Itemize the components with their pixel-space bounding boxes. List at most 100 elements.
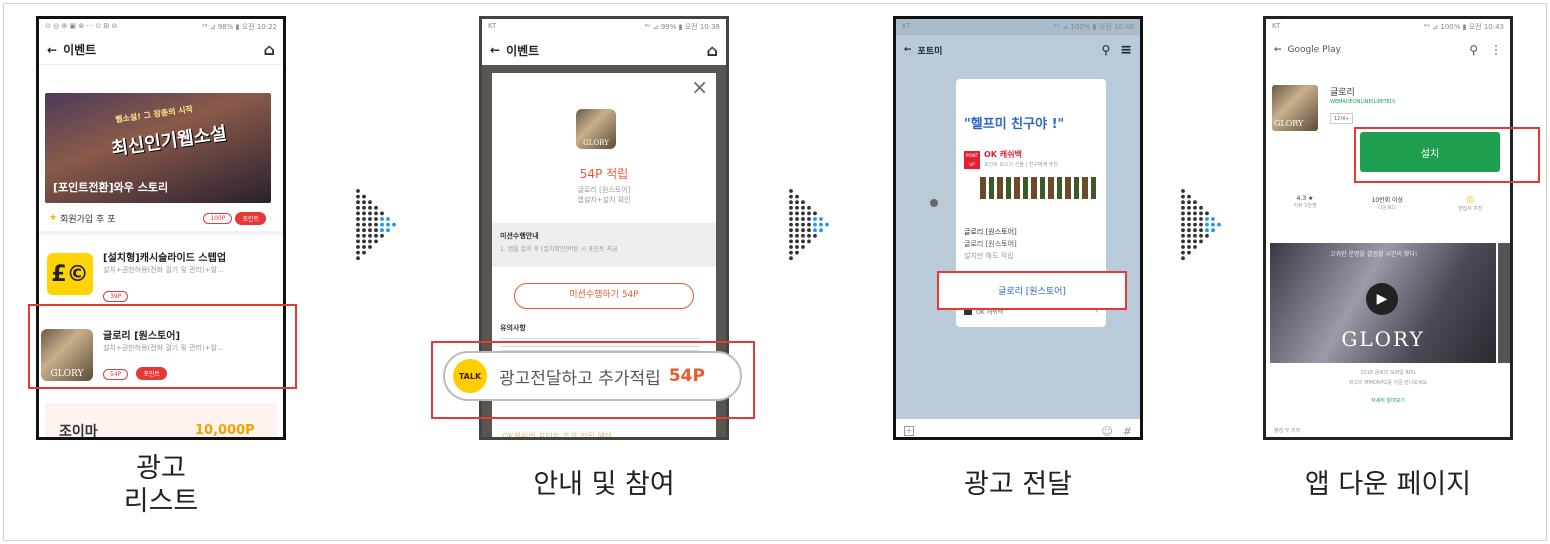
ad-title: [설치형]캐시슬라이드 스텝업: [103, 253, 227, 264]
search-icon[interactable]: ⚲: [1469, 43, 1478, 57]
home-icon[interactable]: ⌂: [707, 41, 718, 60]
app-name: 글로리: [1330, 88, 1355, 98]
reward-desc-2: 앱설치+설치 확인: [577, 196, 631, 204]
caption-step-3: 광고 전달: [893, 452, 1143, 501]
mission-info-box: 미션수행안내 1. 앱을 설치 후 [설치확인]버튼 시 포인트 지급: [492, 223, 716, 267]
trailer-video[interactable]: 고귀한 운명을 결정할 시간이 왔다! ▶ GLORY: [1270, 243, 1496, 363]
app-stats-row: 4.3 ★ 리뷰 1만명 10만회 이상 다운로드 ◎ 편집자 추천: [1266, 195, 1510, 229]
banner-points-pill: 100P: [203, 212, 233, 224]
highlight-install-button: [1354, 127, 1540, 183]
caption-step-1: 광고 리스트: [36, 452, 286, 518]
stat-value: 4.3 ★: [1296, 195, 1314, 202]
status-right: ⁴ᴳ ⊿ 100% ▮ 오전 10:43: [1423, 23, 1504, 31]
home-icon[interactable]: ⌂: [264, 40, 275, 59]
back-arrow-icon[interactable]: ←: [1274, 45, 1282, 55]
stat-downloads: 10만회 이상 다운로드: [1371, 195, 1403, 229]
status-left: ⊙ ◎ ⊕ ▣ ⊗ ··· ⊙ ⊞ ⊘: [45, 22, 118, 30]
play-store-title: Google Play: [1287, 45, 1341, 55]
ad-points-pill: 39P: [103, 291, 129, 302]
caption-text: 광고 전달: [964, 469, 1072, 500]
reward-points: 54P 적립: [579, 167, 629, 181]
status-left: KT: [488, 22, 497, 30]
ad-item-cashslide[interactable]: £© [설치형]캐시슬라이드 스텝업 설치+권한허용(전화 걸기 및 관리)+알…: [47, 241, 275, 311]
emoji-icon[interactable]: ☺: [1101, 425, 1112, 438]
bottom-promo-banner[interactable]: 조이마 10,000P: [45, 403, 277, 440]
content-rating-badge: 12세+: [1330, 113, 1354, 124]
flow-arrow-3-icon: [1181, 189, 1221, 261]
ratings-section-title: 평점 및 리뷰: [1274, 428, 1301, 434]
chat-line-2: 글로리 [원스토어]: [964, 240, 1017, 248]
stat-editor: ◎ 편집자 추천: [1458, 195, 1483, 229]
status-bar: KT ⁴ᴳ ⊿ 100% ▮ 오전 10:43: [1266, 19, 1510, 35]
status-bar: ⊙ ◎ ⊕ ▣ ⊗ ··· ⊙ ⊞ ⊘ ⁹⁸ ⊿ 98% ▮ 오전 10:22: [39, 19, 283, 35]
desc-line-2: 최고의 MMORPG를 지금 만나보세요: [1348, 380, 1428, 386]
banner-action-pill[interactable]: 포인트: [235, 211, 266, 225]
page-title: 이벤트: [506, 43, 540, 58]
bottom-bar-text: OK캐쉬백 포인트 추가 적립 혜택: [502, 432, 613, 440]
chat-input-bar[interactable]: + ☺ #: [896, 419, 1140, 438]
mission-title: 미션수행안내: [500, 232, 539, 240]
close-icon[interactable]: ×: [691, 75, 708, 99]
mission-text: 1. 앱을 설치 후 [설치확인]버튼 시 포인트 지급: [500, 246, 618, 253]
share-link-button[interactable]: 글로리 [원스토어]: [937, 271, 1127, 310]
more-link[interactable]: 자세히 알아보기: [1266, 397, 1510, 404]
desc-line-1: 2018 글로리 모바일 RPG: [1360, 370, 1416, 376]
banner-star-text: 회원가입 후 포: [60, 214, 116, 225]
cashslide-app-icon: £©: [47, 253, 93, 295]
chat-avatar: [930, 199, 938, 207]
chat-title: 포트미: [917, 46, 943, 57]
brand-name: OK 캐쉬백: [984, 150, 1022, 159]
people-illustration: [980, 177, 1096, 199]
chat-line-1: 글로리 [원스토어]: [964, 228, 1017, 236]
stat-rating: 4.3 ★ 리뷰 1만명: [1293, 195, 1316, 229]
back-arrow-icon[interactable]: ←: [904, 45, 912, 55]
app-developer: WEMADEONLINE(LIMITED): [1330, 99, 1396, 105]
screen-app-download: KT ⁴ᴳ ⊿ 100% ▮ 오전 10:43 ← Google Play ⚲ …: [1263, 16, 1513, 440]
back-arrow-icon[interactable]: ←: [490, 43, 500, 57]
page-title: 이벤트: [63, 43, 97, 57]
okcashbag-logo: POINT UP: [964, 151, 980, 169]
ad-desc: 설치+권한허용(전화 걸기 및 관리)+알...: [103, 266, 224, 274]
share-link-label: 글로리 [원스토어]: [998, 287, 1066, 297]
promo-left-text: 조이마: [59, 424, 98, 440]
banner-line-1: 웹소설! 그 장충의 시작: [114, 104, 194, 125]
screen-ad-share: KT ⁴ᴳ ⊿ 100% ▮ 오전 10:40 ← 포트미 ⚲ ≡ "헬프미 친…: [893, 16, 1143, 440]
caption-step-4: 앱 다운 페이지: [1263, 452, 1513, 501]
mission-button[interactable]: 미션수행하기 54P: [514, 283, 694, 309]
app-header: ← 이벤트 ⌂: [482, 35, 726, 65]
divider: [39, 231, 283, 235]
app-header: ← 이벤트 ⌂: [39, 35, 283, 65]
glory-app-icon: GLORY: [576, 109, 616, 149]
flow-arrow-2-icon: [789, 189, 829, 261]
search-icon[interactable]: ⚲: [1101, 43, 1110, 57]
promo-points: 10,000P: [195, 423, 255, 438]
event-banner[interactable]: 웹소설! 그 장충의 시작 최신인기웹소설 [포인트전환]와우 스토리: [45, 93, 271, 203]
play-header: ← Google Play ⚲ ⋮: [1266, 35, 1510, 65]
stat-label: 편집자 추천: [1457, 206, 1483, 212]
status-bar: KT ⁴ᴳ ⊿ 99% ▮ 오전 10:38: [482, 19, 726, 35]
stat-label: 리뷰 1만명: [1293, 203, 1317, 209]
add-icon[interactable]: +: [904, 426, 914, 436]
glory-logo-text: GLORY: [1274, 119, 1304, 128]
status-right: ⁹⁸ ⊿ 98% ▮ 오전 10:22: [201, 23, 277, 31]
chat-header: ← 포트미 ⚲ ≡: [896, 35, 1140, 65]
video-title: GLORY: [1341, 327, 1425, 351]
more-vert-icon[interactable]: ⋮: [1490, 43, 1502, 57]
play-icon[interactable]: ▶: [1366, 283, 1398, 315]
highlight-glory-ad: [28, 304, 297, 389]
caution-title: 유의사항: [500, 324, 526, 332]
message-title: "헬프미 친구야 !": [964, 117, 1065, 132]
menu-icon[interactable]: ≡: [1120, 42, 1132, 58]
video-side-thumb[interactable]: [1498, 243, 1510, 363]
caption-line-2: 리스트: [123, 486, 199, 517]
caption-step-2: 안내 및 참여: [479, 452, 729, 501]
caption-line-1: 광고: [136, 453, 186, 484]
back-arrow-icon[interactable]: ←: [47, 43, 57, 57]
status-right: ⁴ᴳ ⊿ 100% ▮ 오전 10:40: [1053, 23, 1134, 31]
stat-value: 10만회 이상: [1371, 197, 1404, 204]
brand-desc: 포인트 모으기 선물 | 친구에게 추천: [984, 162, 1059, 168]
hash-icon[interactable]: #: [1123, 425, 1132, 438]
banner-line-2: 최신인기웹소설: [110, 123, 229, 160]
status-right: ⁴ᴳ ⊿ 99% ▮ 오전 10:38: [644, 23, 720, 31]
banner-caption: [포인트전환]와우 스토리: [53, 181, 169, 194]
